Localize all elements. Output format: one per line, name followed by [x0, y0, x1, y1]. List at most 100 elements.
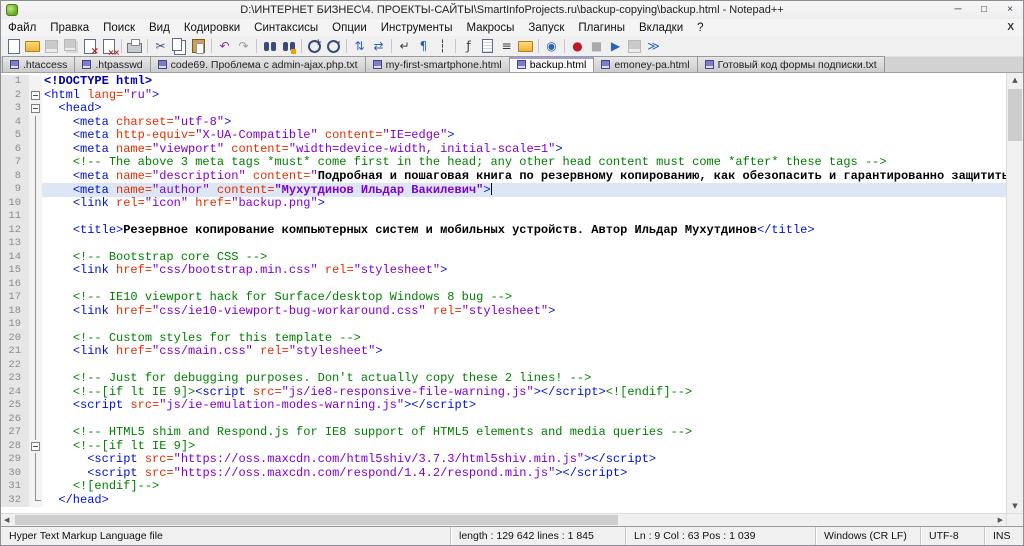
cut-icon[interactable]: ✂ — [152, 38, 169, 55]
fold-margin[interactable] — [29, 345, 42, 359]
code-line[interactable]: <!--[if lt IE 9]> — [42, 440, 1006, 454]
fold-margin[interactable] — [29, 291, 42, 305]
fold-margin[interactable] — [29, 223, 42, 237]
code-line[interactable]: <script src="js/ie-emulation-modes-warni… — [42, 399, 1006, 413]
horizontal-scroll-thumb[interactable] — [15, 515, 618, 525]
undo-icon[interactable]: ↶ — [216, 38, 233, 55]
code-line[interactable]: </head> — [42, 494, 1006, 508]
code-line[interactable] — [42, 359, 1006, 373]
menu-item-syntax[interactable]: Синтаксисы — [247, 21, 325, 35]
fold-margin[interactable] — [29, 142, 42, 156]
eol-format[interactable]: Windows (CR LF) — [816, 527, 921, 545]
fold-margin[interactable] — [29, 277, 42, 291]
print-icon[interactable] — [126, 38, 143, 55]
title-bar[interactable]: D:\ИНТЕРНЕТ БИЗНЕС\4. ПРОЕКТЫ-САЙТЫ\Smar… — [1, 1, 1023, 19]
code-line[interactable]: <!-- Bootstrap core CSS --> — [42, 251, 1006, 265]
fold-margin[interactable] — [29, 210, 42, 224]
run-macro-multiple-times-icon[interactable]: ≫ — [645, 38, 662, 55]
menu-item-tabs[interactable]: Вкладки — [632, 21, 690, 35]
scroll-down-arrow-icon[interactable] — [1007, 502, 1023, 510]
redo-icon[interactable]: ↷ — [235, 38, 252, 55]
code-line[interactable]: <html lang="ru"> — [42, 89, 1006, 103]
scroll-left-arrow-icon[interactable] — [4, 516, 9, 524]
menu-item-run[interactable]: Запуск — [521, 21, 571, 35]
sync-vertical-icon[interactable]: ⇅ — [351, 38, 368, 55]
document-map-icon[interactable] — [479, 38, 496, 55]
fold-margin[interactable] — [29, 439, 42, 453]
fold-margin[interactable] — [29, 480, 42, 494]
fold-margin[interactable] — [29, 412, 42, 426]
fold-toggle-icon[interactable] — [31, 90, 40, 100]
menu-item-encoding[interactable]: Кодировки — [177, 21, 247, 35]
code-area[interactable]: 1 <!DOCTYPE html> 2 <html lang="ru"> 3 <head… — [1, 73, 1006, 513]
fold-margin[interactable] — [29, 196, 42, 210]
document-list-icon[interactable]: ≡ — [498, 38, 515, 55]
code-line[interactable]: <meta name="author" content="Мухутдинов … — [42, 183, 1006, 197]
fold-margin[interactable] — [29, 264, 42, 278]
fold-margin[interactable] — [29, 115, 42, 129]
open-file-icon[interactable] — [24, 38, 41, 55]
scroll-up-arrow-icon[interactable] — [1007, 76, 1023, 84]
menu-item-view[interactable]: Вид — [142, 21, 177, 35]
fold-margin[interactable] — [29, 466, 42, 480]
code-line[interactable]: <script src="https://oss.maxcdn.com/html… — [42, 453, 1006, 467]
fold-margin[interactable] — [29, 331, 42, 345]
fold-margin[interactable] — [29, 169, 42, 183]
code-line[interactable]: <!DOCTYPE html> — [42, 75, 1006, 89]
playback-macro-icon[interactable]: ▶ — [607, 38, 624, 55]
menu-item-edit[interactable]: Правка — [43, 21, 96, 35]
new-file-icon[interactable] — [5, 38, 22, 55]
code-line[interactable]: <link href="css/ie10-viewport-bug-workar… — [42, 305, 1006, 319]
fold-margin[interactable] — [29, 358, 42, 372]
encoding-indicator[interactable]: UTF-8 — [921, 527, 985, 545]
menu-item-help[interactable]: ? — [690, 21, 710, 35]
code-line[interactable]: <meta charset="utf-8"> — [42, 116, 1006, 130]
tab-backup[interactable]: backup.html — [508, 56, 595, 72]
code-line[interactable]: <!-- Just for debugging purposes. Don't … — [42, 372, 1006, 386]
monitoring-icon[interactable]: ◉ — [543, 38, 560, 55]
save-all-icon[interactable] — [62, 38, 79, 55]
code-line[interactable]: <meta http-equiv="X-UA-Compatible" conte… — [42, 129, 1006, 143]
code-line[interactable]: <!-- HTML5 shim and Respond.js for IE8 s… — [42, 426, 1006, 440]
code-line[interactable]: <!-- The above 3 meta tags *must* come f… — [42, 156, 1006, 170]
paste-icon[interactable] — [190, 38, 207, 55]
zoom-in-icon[interactable] — [306, 38, 323, 55]
menu-item-tools[interactable]: Инструменты — [374, 21, 460, 35]
code-line[interactable] — [42, 237, 1006, 251]
vertical-scroll-thumb[interactable] — [1008, 89, 1022, 141]
code-line[interactable]: <script src="https://oss.maxcdn.com/resp… — [42, 467, 1006, 481]
code-line[interactable]: <![endif]--> — [42, 480, 1006, 494]
code-line[interactable]: <!-- Custom styles for this template --> — [42, 332, 1006, 346]
word-wrap-icon[interactable]: ↵ — [396, 38, 413, 55]
insert-mode-indicator[interactable]: INS — [985, 527, 1023, 545]
code-line[interactable] — [42, 318, 1006, 332]
record-macro-icon[interactable]: ● — [569, 38, 586, 55]
save-file-icon[interactable] — [43, 38, 60, 55]
fold-margin[interactable] — [29, 385, 42, 399]
menu-item-settings[interactable]: Опции — [325, 21, 374, 35]
vertical-scrollbar[interactable] — [1006, 73, 1023, 513]
fold-margin[interactable] — [29, 318, 42, 332]
menu-item-search[interactable]: Поиск — [96, 21, 142, 35]
replace-icon[interactable] — [280, 38, 297, 55]
tab-subscription-form[interactable]: Готовый код формы подписки.txt — [696, 56, 885, 72]
copy-icon[interactable] — [171, 38, 188, 55]
zoom-out-icon[interactable] — [325, 38, 342, 55]
fold-margin[interactable] — [29, 304, 42, 318]
code-line[interactable]: <!-- IE10 viewport hack for Surface/desk… — [42, 291, 1006, 305]
code-line[interactable]: <link href="css/bootstrap.min.css" rel="… — [42, 264, 1006, 278]
code-line[interactable]: <link href="css/main.css" rel="styleshee… — [42, 345, 1006, 359]
fold-toggle-icon[interactable] — [31, 104, 40, 113]
menubar-close-doc-button[interactable]: X — [1003, 22, 1018, 33]
fold-margin[interactable] — [29, 102, 42, 116]
fold-margin[interactable] — [29, 237, 42, 251]
folder-as-workspace-icon[interactable] — [517, 38, 534, 55]
indent-guide-icon[interactable]: ┆ — [434, 38, 451, 55]
code-line[interactable] — [42, 278, 1006, 292]
code-line[interactable]: <title>Резервное копирование компьютерны… — [42, 224, 1006, 238]
save-recorded-macro-icon[interactable] — [626, 38, 643, 55]
scroll-right-arrow-icon[interactable] — [998, 516, 1003, 524]
code-line[interactable]: <head> — [42, 102, 1006, 116]
fold-margin[interactable] — [29, 183, 42, 197]
show-all-characters-icon[interactable]: ¶ — [415, 38, 432, 55]
